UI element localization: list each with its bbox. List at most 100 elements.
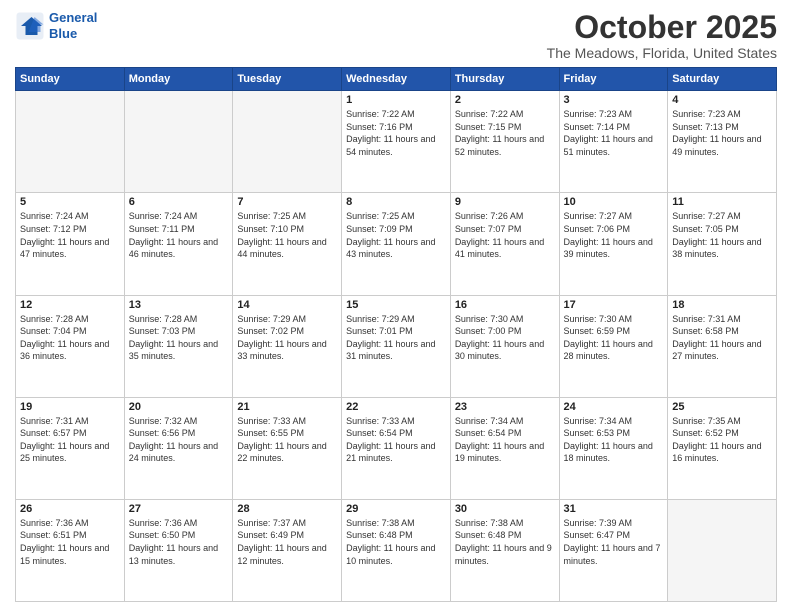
weekday-header-tuesday: Tuesday [233, 68, 342, 91]
calendar-cell: 14 Sunrise: 7:29 AMSunset: 7:02 PMDayligh… [233, 295, 342, 397]
day-number: 14 [237, 299, 337, 311]
day-info: Sunrise: 7:24 AMSunset: 7:12 PMDaylight:… [20, 210, 120, 260]
calendar-cell: 29 Sunrise: 7:38 AMSunset: 6:48 PMDayligh… [342, 499, 451, 601]
day-info: Sunrise: 7:32 AMSunset: 6:56 PMDaylight:… [129, 415, 229, 465]
day-number: 9 [455, 196, 555, 208]
calendar-cell: 26Sunrise: 7:36 AMSunset: 6:51 PMDayligh… [16, 499, 125, 601]
calendar-cell: 1 Sunrise: 7:22 AMSunset: 7:16 PMDaylight… [342, 91, 451, 193]
day-info: Sunrise: 7:33 AMSunset: 6:54 PMDaylight:… [346, 415, 446, 465]
calendar-cell: 19 Sunrise: 7:31 AMSunset: 6:57 PMDayligh… [16, 397, 125, 499]
calendar-cell: 9Sunrise: 7:26 AMSunset: 7:07 PMDaylight… [450, 193, 559, 295]
day-info: Sunrise: 7:29 AMSunset: 7:01 PMDaylight:… [346, 313, 446, 363]
day-info: Sunrise: 7:23 AMSunset: 7:13 PMDaylight:… [672, 108, 772, 158]
calendar-cell: 8 Sunrise: 7:25 AMSunset: 7:09 PMDaylight… [342, 193, 451, 295]
day-info: Sunrise: 7:29 AMSunset: 7:02 PMDaylight:… [237, 313, 337, 363]
week-row-3: 12 Sunrise: 7:28 AMSunset: 7:04 PMDayligh… [16, 295, 777, 397]
calendar-cell: 24Sunrise: 7:34 AMSunset: 6:53 PMDayligh… [559, 397, 668, 499]
day-info: Sunrise: 7:27 AMSunset: 7:06 PMDaylight:… [564, 210, 664, 260]
day-info: Sunrise: 7:31 AMSunset: 6:57 PMDaylight:… [20, 415, 120, 465]
calendar-cell: 22 Sunrise: 7:33 AMSunset: 6:54 PMDayligh… [342, 397, 451, 499]
day-number: 5 [20, 196, 120, 208]
calendar-cell: 27 Sunrise: 7:36 AMSunset: 6:50 PMDayligh… [124, 499, 233, 601]
day-number: 2 [455, 94, 555, 106]
day-info: Sunrise: 7:35 AMSunset: 6:52 PMDaylight:… [672, 415, 772, 465]
day-number: 8 [346, 196, 446, 208]
logo-text: General Blue [49, 10, 97, 41]
day-info: Sunrise: 7:33 AMSunset: 6:55 PMDaylight:… [237, 415, 337, 465]
week-row-4: 19 Sunrise: 7:31 AMSunset: 6:57 PMDayligh… [16, 397, 777, 499]
day-number: 17 [564, 299, 664, 311]
header: General Blue October 2025 The Meadows, F… [15, 10, 777, 61]
day-number: 22 [346, 401, 446, 413]
day-number: 1 [346, 94, 446, 106]
calendar-cell: 28 Sunrise: 7:37 AMSunset: 6:49 PMDayligh… [233, 499, 342, 601]
day-info: Sunrise: 7:38 AMSunset: 6:48 PMDaylight:… [346, 517, 446, 567]
calendar-cell: 11 Sunrise: 7:27 AMSunset: 7:05 PMDayligh… [668, 193, 777, 295]
month-title: October 2025 [547, 10, 777, 45]
day-info: Sunrise: 7:34 AMSunset: 6:53 PMDaylight:… [564, 415, 664, 465]
calendar-cell [124, 91, 233, 193]
calendar-cell: 15Sunrise: 7:29 AMSunset: 7:01 PMDayligh… [342, 295, 451, 397]
calendar-cell: 5 Sunrise: 7:24 AMSunset: 7:12 PMDaylight… [16, 193, 125, 295]
day-info: Sunrise: 7:23 AMSunset: 7:14 PMDaylight:… [564, 108, 664, 158]
day-info: Sunrise: 7:22 AMSunset: 7:16 PMDaylight:… [346, 108, 446, 158]
day-number: 10 [564, 196, 664, 208]
calendar-cell: 12 Sunrise: 7:28 AMSunset: 7:04 PMDayligh… [16, 295, 125, 397]
calendar-cell: 31 Sunrise: 7:39 AMSunset: 6:47 PMDayligh… [559, 499, 668, 601]
logo-general: General [49, 10, 97, 25]
weekday-header-wednesday: Wednesday [342, 68, 451, 91]
day-info: Sunrise: 7:37 AMSunset: 6:49 PMDaylight:… [237, 517, 337, 567]
calendar-table: SundayMondayTuesdayWednesdayThursdayFrid… [15, 67, 777, 602]
day-info: Sunrise: 7:34 AMSunset: 6:54 PMDaylight:… [455, 415, 555, 465]
day-number: 30 [455, 503, 555, 515]
day-info: Sunrise: 7:22 AMSunset: 7:15 PMDaylight:… [455, 108, 555, 158]
logo-blue: Blue [49, 26, 77, 41]
day-number: 19 [20, 401, 120, 413]
calendar-cell: 16Sunrise: 7:30 AMSunset: 7:00 PMDayligh… [450, 295, 559, 397]
calendar-cell: 3Sunrise: 7:23 AMSunset: 7:14 PMDaylight… [559, 91, 668, 193]
week-row-5: 26Sunrise: 7:36 AMSunset: 6:51 PMDayligh… [16, 499, 777, 601]
calendar-cell: 2 Sunrise: 7:22 AMSunset: 7:15 PMDaylight… [450, 91, 559, 193]
calendar-cell: 6Sunrise: 7:24 AMSunset: 7:11 PMDaylight… [124, 193, 233, 295]
logo: General Blue [15, 10, 97, 41]
calendar-cell: 21Sunrise: 7:33 AMSunset: 6:55 PMDayligh… [233, 397, 342, 499]
day-info: Sunrise: 7:27 AMSunset: 7:05 PMDaylight:… [672, 210, 772, 260]
calendar-cell: 4 Sunrise: 7:23 AMSunset: 7:13 PMDaylight… [668, 91, 777, 193]
day-number: 18 [672, 299, 772, 311]
day-info: Sunrise: 7:25 AMSunset: 7:09 PMDaylight:… [346, 210, 446, 260]
day-number: 12 [20, 299, 120, 311]
calendar-cell: 13Sunrise: 7:28 AMSunset: 7:03 PMDayligh… [124, 295, 233, 397]
day-number: 29 [346, 503, 446, 515]
day-number: 27 [129, 503, 229, 515]
day-number: 20 [129, 401, 229, 413]
week-row-2: 5 Sunrise: 7:24 AMSunset: 7:12 PMDaylight… [16, 193, 777, 295]
day-info: Sunrise: 7:36 AMSunset: 6:51 PMDaylight:… [20, 517, 120, 567]
calendar-cell: 30 Sunrise: 7:38 AMSunset: 6:48 PMDayligh… [450, 499, 559, 601]
day-info: Sunrise: 7:38 AMSunset: 6:48 PMDaylight:… [455, 517, 555, 567]
page: General Blue October 2025 The Meadows, F… [0, 0, 792, 612]
day-number: 7 [237, 196, 337, 208]
weekday-header-friday: Friday [559, 68, 668, 91]
day-info: Sunrise: 7:39 AMSunset: 6:47 PMDaylight:… [564, 517, 664, 567]
calendar-cell: 7Sunrise: 7:25 AMSunset: 7:10 PMDaylight… [233, 193, 342, 295]
calendar-cell [16, 91, 125, 193]
day-info: Sunrise: 7:28 AMSunset: 7:04 PMDaylight:… [20, 313, 120, 363]
day-number: 23 [455, 401, 555, 413]
calendar-cell [668, 499, 777, 601]
day-number: 28 [237, 503, 337, 515]
calendar-cell: 23 Sunrise: 7:34 AMSunset: 6:54 PMDayligh… [450, 397, 559, 499]
header-right: October 2025 The Meadows, Florida, Unite… [547, 10, 777, 61]
location: The Meadows, Florida, United States [547, 45, 777, 61]
calendar-cell: 10 Sunrise: 7:27 AMSunset: 7:06 PMDayligh… [559, 193, 668, 295]
day-info: Sunrise: 7:31 AMSunset: 6:58 PMDaylight:… [672, 313, 772, 363]
calendar-cell [233, 91, 342, 193]
week-row-1: 1 Sunrise: 7:22 AMSunset: 7:16 PMDaylight… [16, 91, 777, 193]
day-info: Sunrise: 7:36 AMSunset: 6:50 PMDaylight:… [129, 517, 229, 567]
day-number: 4 [672, 94, 772, 106]
day-number: 11 [672, 196, 772, 208]
calendar-cell: 25Sunrise: 7:35 AMSunset: 6:52 PMDayligh… [668, 397, 777, 499]
day-number: 6 [129, 196, 229, 208]
day-number: 13 [129, 299, 229, 311]
logo-icon [15, 11, 45, 41]
day-number: 31 [564, 503, 664, 515]
